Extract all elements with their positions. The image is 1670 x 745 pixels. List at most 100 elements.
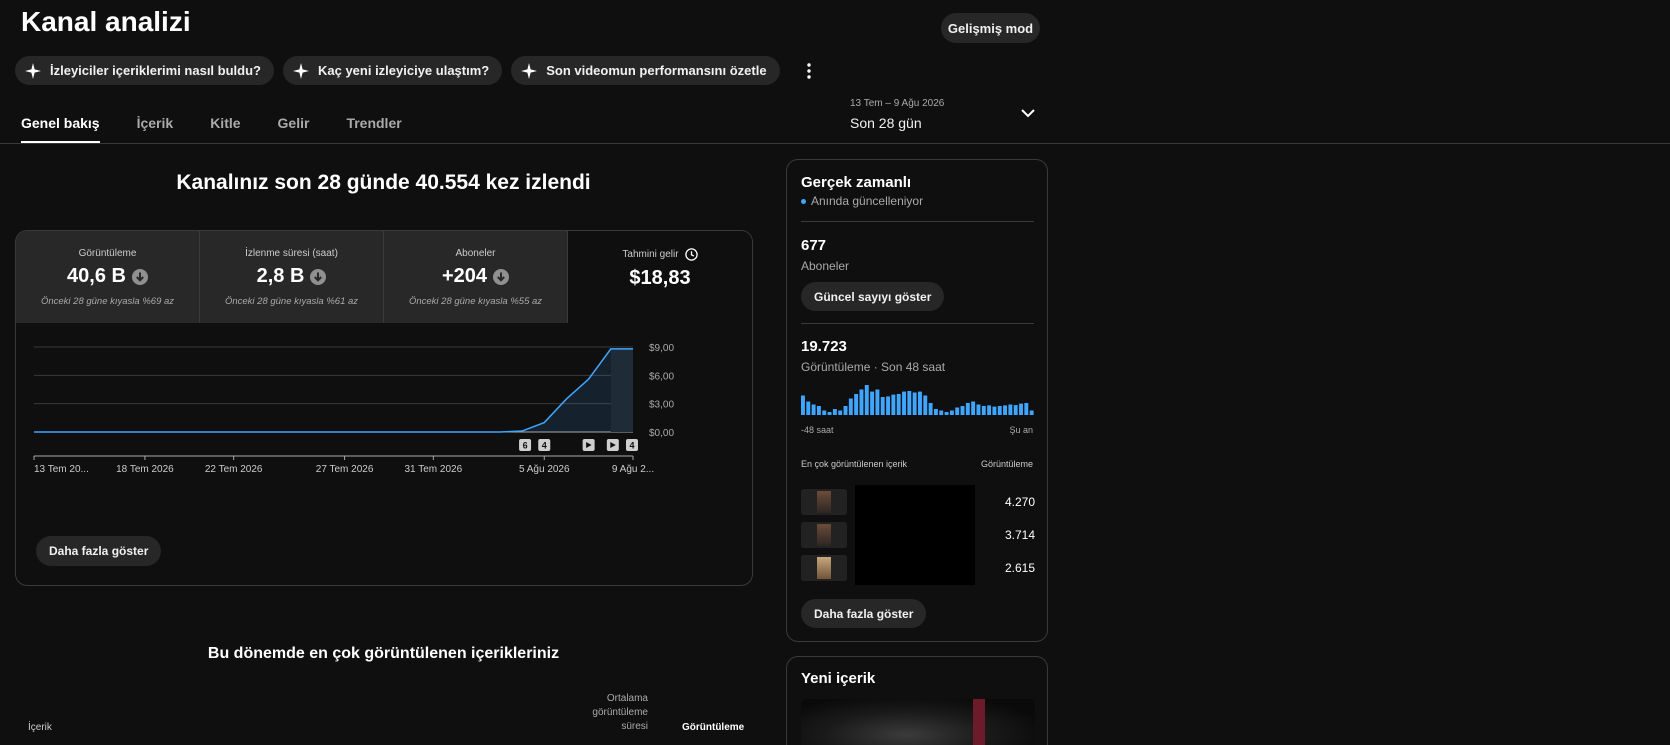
metric-label: Tahmini gelir: [622, 249, 679, 260]
realtime-views-label: Görüntüleme · Son 48 saat: [801, 360, 946, 374]
list-item[interactable]: 3.714: [801, 518, 1035, 552]
metric-value: 40,6 B: [67, 265, 126, 287]
realtime-bar[interactable]: [918, 391, 922, 415]
realtime-title: Gerçek zamanlı: [801, 174, 912, 191]
realtime-bar[interactable]: [939, 410, 944, 416]
list-item[interactable]: 2.615: [801, 551, 1035, 585]
new-content-title: Yeni içerik: [801, 670, 876, 687]
realtime-bar[interactable]: [960, 406, 965, 415]
tab-overview[interactable]: Genel bakış: [21, 115, 100, 143]
metric-label: Görüntüleme: [78, 248, 137, 259]
realtime-bar[interactable]: [912, 392, 917, 416]
advanced-mode-button[interactable]: Gelişmiş mod: [941, 13, 1040, 43]
new-content-card: Yeni içerik: [786, 656, 1048, 745]
metric-views[interactable]: Görüntüleme 40,6 B Önceki 28 güne kıyasl…: [16, 231, 200, 323]
more-options-icon[interactable]: [797, 59, 821, 83]
realtime-bar[interactable]: [870, 391, 875, 415]
x-tick-label: 9 Ağu 2...: [612, 464, 654, 475]
realtime-bar[interactable]: [801, 395, 805, 416]
chip-viewer-discovery[interactable]: İzleyiciler içeriklerimi nasıl buldu?: [15, 56, 274, 85]
realtime-bar[interactable]: [933, 409, 938, 415]
column-header-avg-duration: Ortalama görüntüleme süresi: [592, 693, 648, 732]
realtime-bar[interactable]: [992, 406, 997, 415]
realtime-bar[interactable]: [987, 405, 992, 415]
marker-label: 6: [523, 441, 528, 451]
item-views: 2.615: [1004, 561, 1035, 575]
tab-content[interactable]: İçerik: [137, 115, 174, 142]
realtime-bar[interactable]: [907, 391, 912, 415]
realtime-bar[interactable]: [891, 394, 896, 415]
realtime-bar[interactable]: [880, 397, 885, 415]
chevron-down-icon[interactable]: [1019, 107, 1037, 119]
realtime-bar[interactable]: [1019, 403, 1023, 415]
show-more-button[interactable]: Daha fazla göster: [801, 599, 927, 628]
realtime-bar[interactable]: [896, 394, 901, 415]
metric-watch-time[interactable]: İzlenme süresi (saat) 2,8 B Önceki 28 gü…: [200, 231, 384, 323]
realtime-bar[interactable]: [976, 404, 981, 416]
realtime-bar[interactable]: [1003, 405, 1008, 415]
realtime-bar[interactable]: [827, 412, 832, 415]
realtime-bar[interactable]: [923, 395, 928, 416]
chip-label: Kaç yeni izleyiciye ulaştım?: [317, 63, 490, 78]
arrow-down-icon: [493, 268, 510, 285]
column-header-content: İçerik: [28, 722, 52, 733]
x-tick-label: 13 Tem 20...: [34, 464, 89, 475]
chip-new-viewers[interactable]: Kaç yeni izleyiciye ulaştım?: [282, 56, 503, 85]
list-item[interactable]: 4.270: [801, 485, 1035, 519]
realtime-bar[interactable]: [981, 406, 986, 415]
overview-headline: Kanalınız son 28 günde 40.554 kez izlend…: [176, 171, 591, 194]
axis-start-label: -48 saat: [801, 425, 834, 435]
realtime-bar[interactable]: [1024, 403, 1029, 415]
top-content-headline: Bu dönemde en çok görüntülenen içerikler…: [207, 645, 560, 662]
realtime-bar[interactable]: [859, 389, 864, 416]
realtime-bar[interactable]: [854, 394, 859, 415]
column-header-views[interactable]: Görüntüleme: [682, 722, 744, 733]
realtime-bar[interactable]: [886, 396, 891, 415]
realtime-bar[interactable]: [816, 406, 821, 415]
realtime-bar[interactable]: [1013, 405, 1018, 415]
video-thumbnail: [801, 555, 847, 581]
series-area: [34, 348, 633, 432]
realtime-bar[interactable]: [848, 398, 853, 416]
divider: [801, 323, 1034, 324]
metric-label: Aboneler: [455, 248, 496, 259]
metric-tabs: Görüntüleme 40,6 B Önceki 28 güne kıyasl…: [16, 231, 752, 323]
realtime-bar[interactable]: [928, 403, 933, 415]
realtime-bar[interactable]: [971, 401, 976, 416]
chip-label: İzleyiciler içeriklerimi nasıl buldu?: [50, 63, 261, 78]
tab-audience[interactable]: Kitle: [210, 115, 240, 142]
show-current-count-button[interactable]: Güncel sayıyı göster: [801, 282, 945, 311]
redacted-title: [855, 551, 975, 585]
date-range-picker[interactable]: 13 Tem – 9 Ağu 2026 Son 28 gün: [850, 98, 944, 131]
metric-revenue[interactable]: Tahmini gelir $18,83: [568, 231, 752, 323]
tab-revenue[interactable]: Gelir: [278, 115, 310, 142]
realtime-bar[interactable]: [902, 391, 906, 415]
realtime-bar[interactable]: [822, 410, 827, 416]
realtime-bar[interactable]: [997, 406, 1002, 415]
realtime-bar[interactable]: [1029, 410, 1034, 416]
video-thumbnail: [801, 489, 847, 515]
realtime-bar[interactable]: [944, 412, 949, 415]
realtime-bar[interactable]: [875, 389, 880, 416]
realtime-bar[interactable]: [838, 410, 843, 416]
top-views-header: Görüntüleme: [980, 459, 1033, 469]
show-more-button[interactable]: Daha fazla göster: [36, 536, 162, 566]
metric-subscribers[interactable]: Aboneler +204 Önceki 28 güne kıyasla %55…: [384, 231, 568, 323]
realtime-views: 19.723: [801, 338, 847, 355]
realtime-bar[interactable]: [949, 410, 954, 416]
tab-trends[interactable]: Trendler: [346, 115, 401, 142]
realtime-bar[interactable]: [811, 404, 816, 416]
y-tick-label: $0,00: [649, 428, 674, 439]
realtime-bar[interactable]: [965, 403, 970, 415]
realtime-bar[interactable]: [955, 407, 960, 416]
realtime-bar[interactable]: [864, 385, 869, 415]
metric-note: Önceki 28 güne kıyasla %61 az: [224, 296, 359, 307]
new-content-thumbnail[interactable]: [801, 699, 1035, 745]
realtime-bar[interactable]: [832, 409, 837, 415]
metric-value: +204: [441, 265, 488, 287]
realtime-bar[interactable]: [843, 406, 848, 415]
realtime-bar[interactable]: [806, 401, 811, 416]
redacted-title: [855, 518, 975, 552]
chip-summarize-video[interactable]: Son videomun performansını özetle: [511, 56, 780, 85]
realtime-bar[interactable]: [1008, 404, 1013, 416]
